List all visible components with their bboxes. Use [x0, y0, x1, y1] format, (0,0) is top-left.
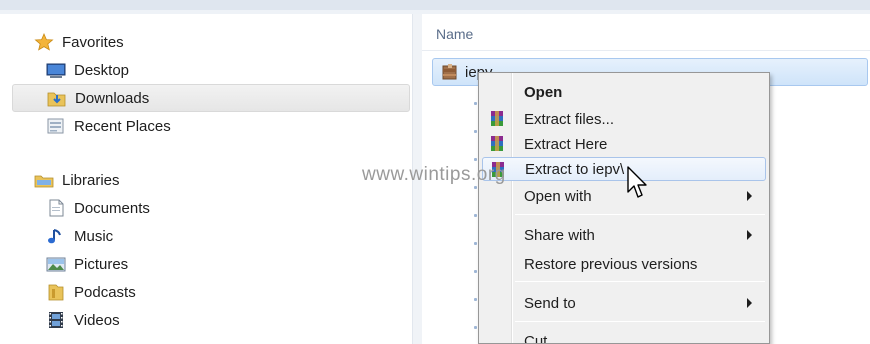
window-top-border [0, 0, 870, 14]
downloads-folder-icon [47, 89, 67, 107]
menu-item-share-with-label: Share with [524, 226, 595, 244]
menu-item-open[interactable]: Open [482, 80, 766, 104]
menu-item-open-label: Open [524, 83, 563, 101]
menu-item-extract-here[interactable]: Extract Here [482, 132, 766, 156]
menu-item-extract-files-label: Extract files... [524, 110, 615, 128]
nav-documents-label: Documents [74, 199, 150, 217]
nav-pictures[interactable]: Pictures [12, 250, 410, 278]
recent-places-icon [46, 117, 66, 135]
nav-music-label: Music [74, 227, 114, 245]
menu-item-extract-to-label: Extract to iepv\ [525, 160, 625, 178]
nav-pictures-label: Pictures [74, 255, 129, 273]
nav-videos[interactable]: Videos [12, 306, 410, 334]
nav-documents[interactable]: Documents [12, 194, 410, 222]
menu-item-share-with[interactable]: Share with [482, 223, 766, 247]
nav-downloads-label: Downloads [75, 89, 150, 107]
menu-separator [515, 214, 765, 215]
menu-item-restore-previous-versions-label: Restore previous versions [524, 255, 698, 273]
menu-item-send-to[interactable]: Send to [482, 291, 766, 315]
menu-item-send-to-label: Send to [524, 294, 576, 312]
nav-downloads[interactable]: Downloads [12, 84, 410, 112]
mouse-pointer-icon [626, 166, 648, 200]
podcast-folder-icon [46, 283, 66, 301]
winrar-stack-icon [488, 135, 506, 153]
submenu-arrow-icon [747, 230, 752, 240]
submenu-arrow-icon [747, 298, 752, 308]
winrar-stack-icon [488, 110, 506, 128]
winrar-archive-icon [441, 63, 459, 81]
nav-music[interactable]: Music [12, 222, 410, 250]
menu-item-extract-here-label: Extract Here [524, 135, 608, 153]
pictures-icon [46, 255, 66, 273]
menu-item-restore-previous-versions[interactable]: Restore previous versions [482, 252, 766, 276]
nav-desktop[interactable]: Desktop [12, 56, 410, 84]
nav-favorites-label: Favorites [62, 33, 124, 51]
menu-item-cut-label: Cut [524, 332, 548, 344]
libraries-icon [34, 171, 54, 189]
menu-item-open-with[interactable]: Open with [482, 184, 766, 208]
menu-item-extract-files[interactable]: Extract files... [482, 107, 766, 131]
menu-separator [515, 281, 765, 282]
nav-recent-places[interactable]: Recent Places [12, 112, 410, 140]
nav-favorites[interactable]: Favorites [12, 28, 410, 56]
film-icon [46, 311, 66, 329]
nav-libraries[interactable]: Libraries [12, 166, 410, 194]
menu-item-open-with-label: Open with [524, 187, 592, 205]
star-icon [34, 32, 54, 51]
submenu-arrow-icon [747, 191, 752, 201]
menu-item-extract-to[interactable]: Extract to iepv\ [482, 157, 766, 181]
music-note-icon [46, 227, 66, 245]
nav-libraries-label: Libraries [62, 171, 120, 189]
menu-separator [515, 321, 765, 322]
nav-recent-places-label: Recent Places [74, 117, 171, 135]
column-header-divider [422, 50, 870, 51]
watermark: www.wintips.org [362, 164, 506, 185]
column-header-name[interactable]: Name [436, 26, 473, 42]
nav-podcasts[interactable]: Podcasts [12, 278, 410, 306]
nav-videos-label: Videos [74, 311, 120, 329]
desktop-icon [46, 61, 66, 79]
context-menu: Open Extract files... Extract Here Extra… [478, 72, 770, 344]
nav-podcasts-label: Podcasts [74, 283, 136, 301]
nav-desktop-label: Desktop [74, 61, 130, 79]
document-icon [46, 199, 66, 217]
menu-item-cut[interactable]: Cut [482, 329, 766, 344]
